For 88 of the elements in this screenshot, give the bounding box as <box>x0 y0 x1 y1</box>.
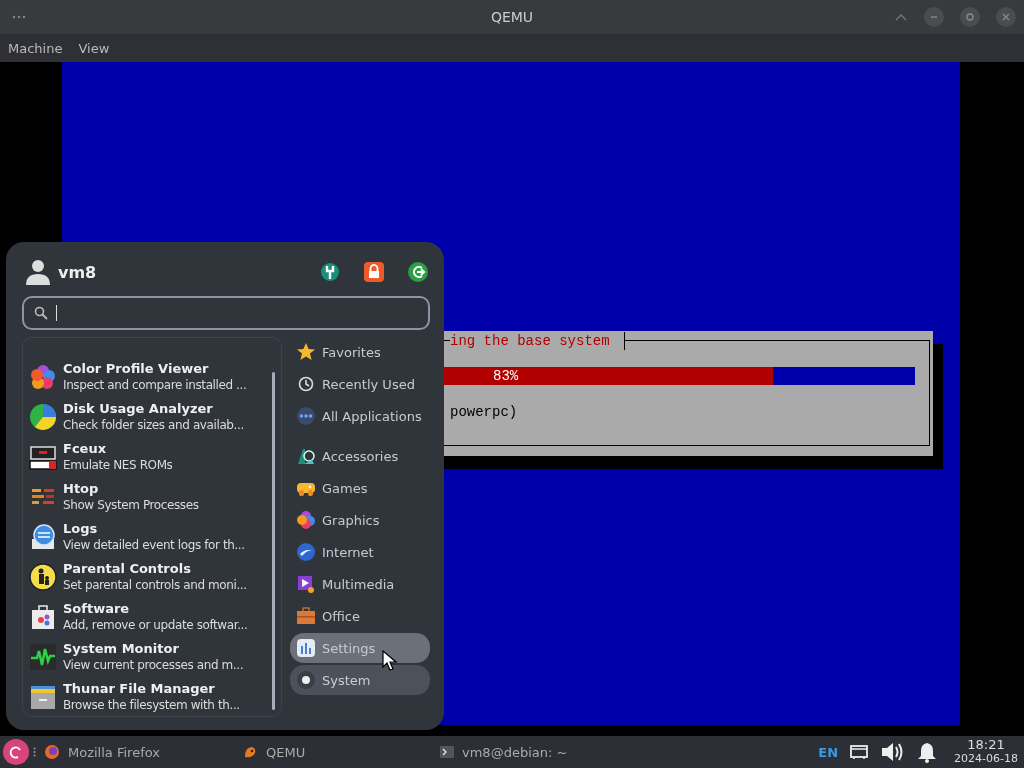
app-description: View current processes and m... <box>63 657 244 674</box>
close-icon[interactable] <box>996 7 1016 27</box>
app-item[interactable]: Disk Usage Analyzer Check folder sizes and availab... <box>23 397 281 437</box>
app-description: Inspect and compare installed ... <box>63 377 247 394</box>
star-icon <box>296 342 316 362</box>
more-dots-icon <box>296 406 316 426</box>
app-item[interactable]: Htop Show System Processes <box>23 477 281 517</box>
app-item[interactable]: Thunar File Manager Browse the filesystem with th... <box>23 677 281 716</box>
network-icon[interactable] <box>850 744 869 760</box>
app-description: Emulate NES ROMs <box>63 457 173 474</box>
game-console-icon <box>29 443 57 471</box>
app-name: Color Profile Viewer <box>63 360 210 377</box>
clock-icon <box>296 374 316 394</box>
app-name: Htop <box>63 480 100 497</box>
taskbar-button[interactable]: QEMU <box>238 738 426 766</box>
user-name: vm8 <box>58 262 97 282</box>
app-item[interactable]: System Monitor View current processes and m... <box>23 637 281 677</box>
app-item[interactable]: Software Add, remove or update softwar... <box>23 597 281 637</box>
app-item[interactable]: Logs View detailed event logs for th... <box>23 517 281 557</box>
dialog-message: powerpc) <box>450 403 518 421</box>
media-icon <box>296 574 316 594</box>
app-item[interactable]: Parental Controls Set parental controls and moni... <box>23 557 281 597</box>
app-name: Software <box>63 600 131 617</box>
pie-chart-icon <box>29 403 57 431</box>
category-item[interactable]: All Applications <box>290 401 430 431</box>
keyboard-layout[interactable]: EN <box>818 744 839 760</box>
app-description: View detailed event logs for th... <box>63 537 245 554</box>
app-item[interactable]: Color Profile Viewer Inspect and compare installed ... <box>23 357 281 397</box>
user-icon <box>26 259 50 285</box>
clock-date[interactable]: 2024-06-18 <box>954 752 1018 766</box>
app-description: Check folder sizes and availab... <box>63 417 244 434</box>
log-document-icon <box>29 523 57 551</box>
scrollbar[interactable] <box>272 372 275 710</box>
category-item[interactable]: Internet <box>290 537 430 567</box>
app-description: Add, remove or update softwar... <box>63 617 248 634</box>
menu-item[interactable]: Machine <box>0 40 71 56</box>
app-description: Show System Processes <box>63 497 199 514</box>
disc-icon <box>296 670 316 690</box>
category-item[interactable]: Recently Used <box>290 369 430 399</box>
terminal-icon <box>440 746 454 758</box>
logout-icon[interactable] <box>408 262 428 282</box>
palette-icon <box>29 363 57 391</box>
category-item[interactable]: Accessories <box>290 441 430 471</box>
shopping-bag-icon <box>29 603 57 631</box>
menu-icon[interactable] <box>12 15 26 19</box>
globe-icon <box>296 542 316 562</box>
parent-child-icon <box>29 563 57 591</box>
app-name: Logs <box>63 520 99 537</box>
firefox-icon <box>44 744 60 760</box>
meter-bars-icon <box>29 483 57 511</box>
category-item[interactable]: System <box>290 665 430 695</box>
activity-graph-icon <box>29 643 57 671</box>
taskbar-button[interactable]: Mozilla Firefox <box>40 738 228 766</box>
search-icon <box>34 306 48 320</box>
category-item[interactable]: Office <box>290 601 430 631</box>
file-cabinet-icon <box>29 683 57 711</box>
category-item[interactable]: Graphics <box>290 505 430 535</box>
app-description: Browse the filesystem with th... <box>63 697 240 714</box>
category-item[interactable]: Multimedia <box>290 569 430 599</box>
menu-item[interactable]: View <box>70 40 118 56</box>
sliders-icon <box>296 638 316 658</box>
app-name: System Monitor <box>63 640 180 657</box>
clock-time[interactable]: 18:21 <box>967 738 1005 752</box>
briefcase-icon <box>296 606 316 626</box>
volume-icon[interactable] <box>880 741 905 763</box>
app-item[interactable]: Fceux Emulate NES ROMs <box>23 437 281 477</box>
app-name: Disk Usage Analyzer <box>63 400 214 417</box>
collapse-icon[interactable] <box>894 12 908 22</box>
notifications-icon[interactable] <box>916 741 939 763</box>
app-name: Parental Controls <box>63 560 192 577</box>
dialog-title: ing the base system <box>450 332 625 350</box>
category-item[interactable]: Favorites <box>290 337 430 367</box>
progress-percent: 83% <box>493 367 519 385</box>
taskbar-button[interactable]: vm8@debian: ~ <box>436 738 572 766</box>
app-name: Thunar File Manager <box>63 680 216 697</box>
maximize-icon[interactable] <box>960 7 980 27</box>
grip-icon <box>33 747 36 757</box>
mouse-cursor-icon <box>382 650 398 672</box>
start-menu-icon[interactable] <box>3 739 29 765</box>
wrench-icon[interactable] <box>320 262 340 282</box>
minimize-icon[interactable] <box>924 7 944 27</box>
color-circles-icon <box>296 510 316 530</box>
category-item[interactable]: Games <box>290 473 430 503</box>
app-description: Set parental controls and moni... <box>63 577 247 594</box>
app-name: Fceux <box>63 440 108 457</box>
lock-icon[interactable] <box>364 262 384 282</box>
window-title: QEMU <box>490 9 534 25</box>
search-field[interactable] <box>22 296 430 330</box>
